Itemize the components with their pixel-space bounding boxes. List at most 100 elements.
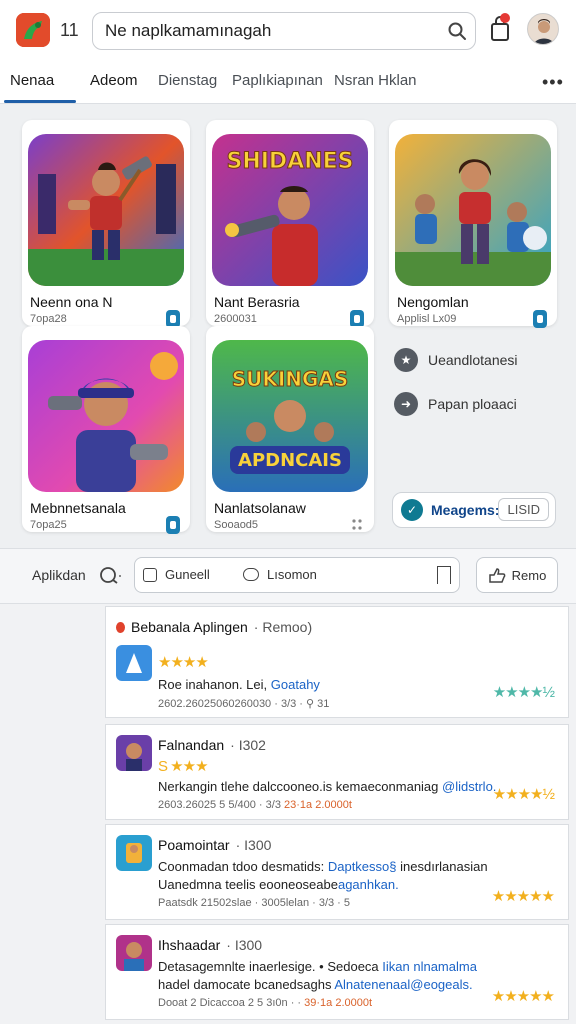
search-bubble-icon[interactable]: [96, 563, 122, 589]
review-suffix: · I302: [230, 737, 266, 753]
tab-nsran[interactable]: Nsran Hklan: [334, 72, 417, 89]
app-card[interactable]: SHIDANES Nant Berasria 2600031: [206, 120, 374, 328]
messages-label: Meagems:: [431, 502, 500, 518]
review-header: Poamointar · I300: [158, 837, 271, 853]
overall-rating: ★★★★★: [491, 988, 555, 1005]
list-item[interactable]: Poamointar · I300 Coonmadan tdoo desmati…: [105, 824, 569, 920]
review-title: Falnandan: [158, 737, 225, 753]
top-bar: 11 Ne naplkamamınagah: [0, 0, 576, 60]
search-icon[interactable]: [439, 13, 475, 49]
app-icon: [116, 935, 152, 971]
bookmark-icon[interactable]: [437, 566, 451, 584]
install-button[interactable]: [166, 516, 180, 534]
chip-comments[interactable]: Lısomon: [243, 567, 317, 582]
notification-count: 11: [60, 20, 79, 40]
sukingas-group-icon: SUKINGAS APDNCAIS: [212, 340, 368, 492]
alert-icon: [116, 621, 125, 633]
messages-value[interactable]: LISID: [498, 498, 549, 521]
list-item[interactable]: Bebanala Aplingen · Remoo) ★★★★ Roe inah…: [105, 606, 569, 718]
cap-hero-with-gun-icon: [28, 340, 184, 492]
review-title: Bebanala Aplingen: [131, 619, 248, 635]
chip-label: Guneell: [165, 567, 210, 582]
app-title: Nant Berasria: [214, 294, 300, 310]
review-text-2: hadel damocate bcanedsaghs Alnatenenaal@…: [158, 977, 473, 992]
review-text-2: Uanedmna teelis eooneoseabeaganhkan.: [158, 877, 399, 892]
review-title: Ihshaadar: [158, 937, 221, 953]
app-title: Nanlatsolanaw: [214, 500, 306, 516]
review-text: Roe inahanon. Lei, Goatahy: [158, 677, 320, 692]
list-item[interactable]: Falnandan · I302 S ★★★ Nerkangin tlehe d…: [105, 724, 569, 820]
review-suffix: · I300: [235, 837, 272, 853]
tab-applications[interactable]: Paplıkiapınan: [232, 72, 323, 89]
shidanes-blaster-icon: SHIDANES: [212, 134, 368, 286]
app-card[interactable]: Mebnnetsanala 7opa25: [22, 326, 190, 534]
side-link-places[interactable]: ➜ Papan ploaaci: [394, 392, 517, 416]
check-circle-icon: ✓: [401, 499, 423, 521]
list-item[interactable]: Ihshaadar · I300 Detasagemnlte inaerlesi…: [105, 924, 569, 1020]
app-subtitle: Sooaod5: [214, 519, 259, 531]
tab-dienstag[interactable]: Dienstag: [158, 72, 217, 89]
app-subtitle: 7opa28: [30, 313, 67, 325]
tab-adeom[interactable]: Adeom: [90, 72, 138, 89]
thumb-icon: [488, 568, 506, 583]
review-suffix: · Remoo): [253, 619, 313, 635]
app-icon: [116, 735, 152, 771]
card-art-text: SHIDANES: [226, 149, 353, 174]
star-rating: S ★★★: [158, 758, 209, 775]
tab-bar: Nenaa Adeom Dienstag Paplıkiapınan Nsran…: [0, 60, 576, 104]
star-rating: ★★★★: [158, 654, 209, 671]
app-title: Mebnnetsanala: [30, 500, 126, 516]
overall-rating: ★★★★½: [492, 684, 555, 701]
review-header: Falnandan · I302: [158, 737, 266, 753]
app-title: Nengomlan: [397, 294, 469, 310]
square-icon: [143, 567, 157, 582]
app-card[interactable]: Nengomlan Applisl Lx09: [389, 120, 557, 328]
review-header: Ihshaadar · I300: [158, 937, 262, 953]
review-suffix: · I300: [226, 937, 263, 953]
card-art-text-2: APDNCAIS: [238, 450, 342, 471]
review-meta: 2602.26025060260030 · 3/3 · ⚲ 31: [158, 698, 330, 710]
filter-bar: Aplikdan Guneell Lısomon Remo: [0, 548, 576, 604]
review-text: Coonmadan tdoo desmatids: Daptkesso§ ine…: [158, 859, 488, 874]
avatar[interactable]: [527, 13, 559, 45]
refine-label: Remo: [511, 567, 547, 583]
side-link-label: Ueandlotanesi: [428, 352, 518, 368]
card-art-text: SUKINGAS: [232, 367, 349, 391]
review-meta: 2603.26025 5 5/400 · 3/3 23·1a 2.0000t: [158, 799, 352, 811]
side-link-label: Papan ploaaci: [428, 396, 517, 412]
notification-badge: [500, 13, 510, 23]
side-link-recommended[interactable]: ★ Ueandlotanesi: [394, 348, 518, 372]
overall-rating: ★★★★★: [491, 888, 555, 905]
filter-chip-group: Guneell Lısomon: [134, 557, 460, 593]
chip-general[interactable]: Guneell: [143, 567, 210, 582]
messages-box[interactable]: ✓ Meagems: LISID: [392, 492, 556, 528]
review-list: Bebanala Aplingen · Remoo) ★★★★ Roe inah…: [105, 606, 569, 1024]
overall-rating: ★★★★½: [492, 786, 555, 803]
featured-apps-grid: Neenn ona N 7opa28 SHIDANES Nant Berasri…: [0, 104, 576, 548]
app-subtitle: 7opa25: [30, 519, 67, 531]
app-title: Neenn ona N: [30, 294, 113, 310]
review-meta: Paatsdk 21502slae · 3005lelan · 3/3 · 5: [158, 897, 351, 909]
review-meta: Dooat 2 Dicaccoa 2 5 3ı0n · · 39·1a 2.00…: [158, 997, 373, 1009]
comment-icon: [243, 568, 259, 581]
filter-label: Aplikdan: [32, 567, 86, 583]
active-tab-indicator: [4, 100, 76, 103]
app-subtitle: 2600031: [214, 313, 257, 325]
search-value[interactable]: Ne naplkamamınagah: [105, 21, 439, 41]
more-options-icon[interactable]: •••: [542, 72, 564, 93]
review-text: Nerkangin tlehe dalccooneo.is kemaeconma…: [158, 779, 497, 794]
install-button[interactable]: [533, 310, 547, 328]
star-icon: ★: [394, 348, 418, 372]
store-logo-icon[interactable]: [16, 13, 50, 47]
more-dots-icon[interactable]: [350, 516, 364, 534]
search-input[interactable]: Ne naplkamamınagah: [92, 12, 476, 50]
app-subtitle: Applisl Lx09: [397, 313, 457, 325]
app-card[interactable]: SUKINGAS APDNCAIS Nanlatsolanaw Sooaod5: [206, 326, 374, 532]
review-header: Bebanala Aplingen · Remoo): [116, 619, 312, 635]
tab-nenaa[interactable]: Nenaa: [10, 72, 54, 89]
review-title: Poamointar: [158, 837, 230, 853]
refine-button[interactable]: Remo: [476, 557, 558, 593]
arrow-circle-icon: ➜: [394, 392, 418, 416]
app-card[interactable]: Neenn ona N 7opa28: [22, 120, 190, 328]
hero-with-hammer-icon: [28, 134, 184, 286]
